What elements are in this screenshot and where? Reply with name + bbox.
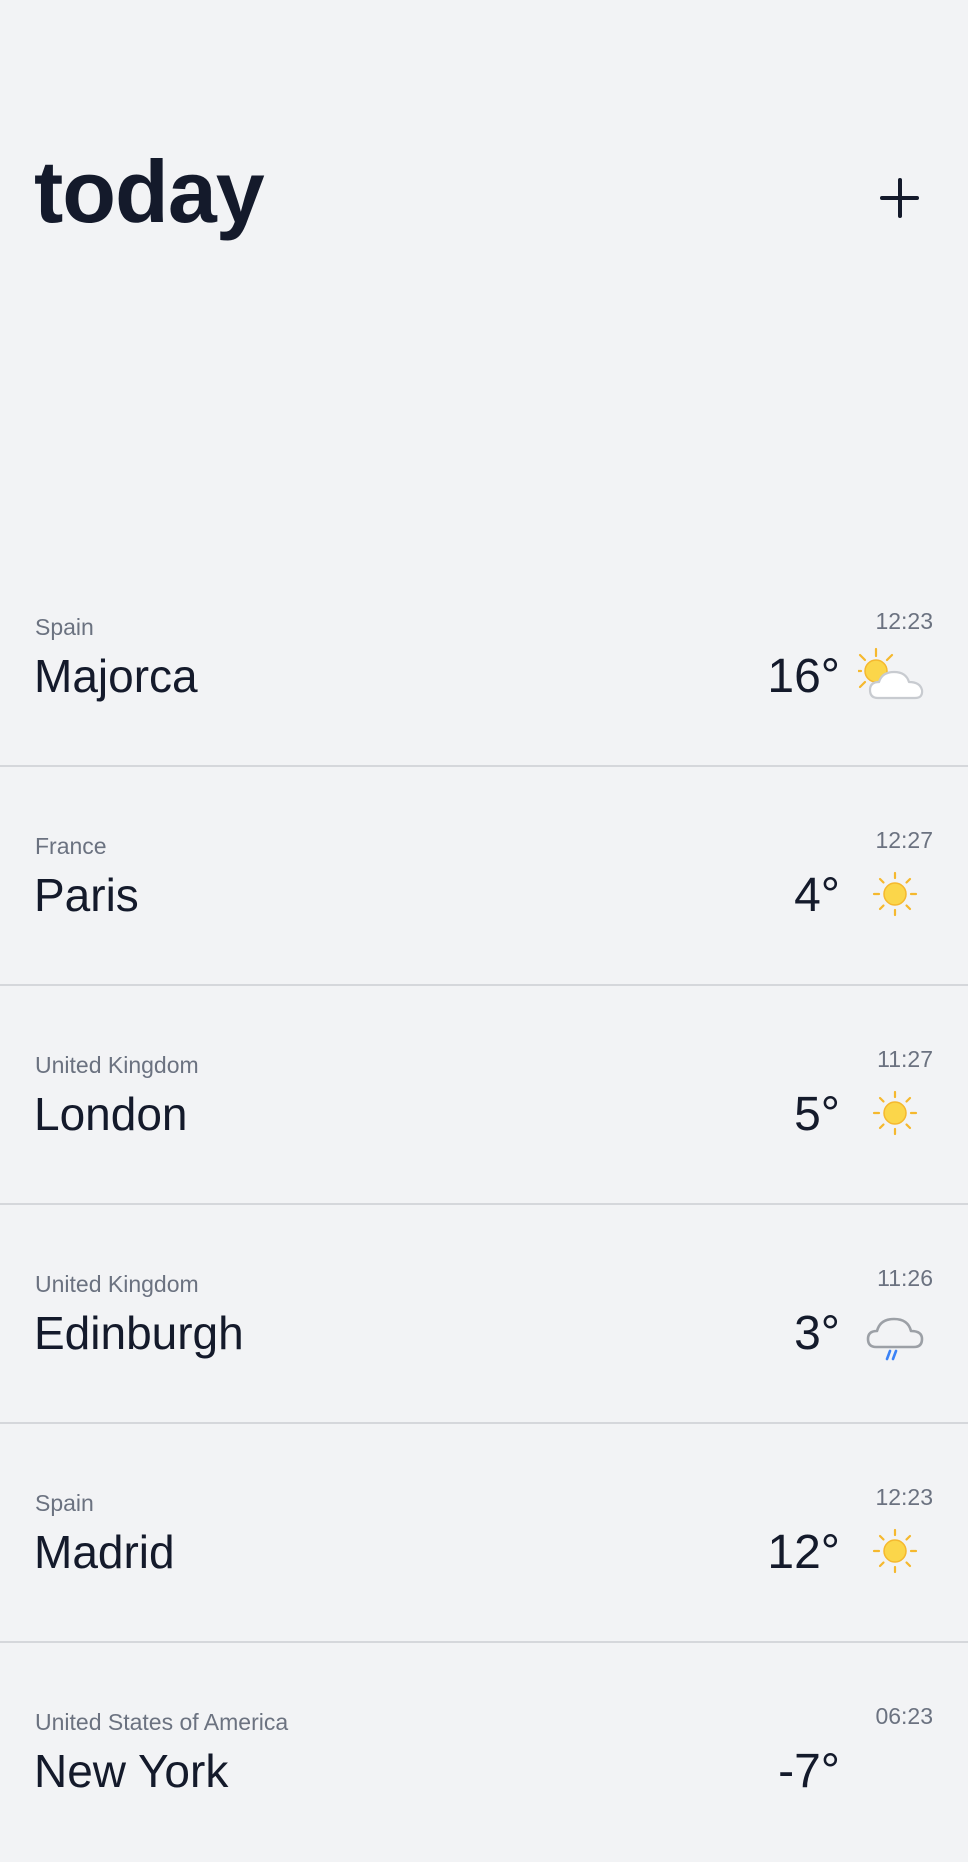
location-time: 12:23 xyxy=(875,1484,933,1510)
location-country: United States of America xyxy=(35,1709,289,1735)
location-temperature: -7° xyxy=(778,1745,840,1798)
location-temperature: 12° xyxy=(767,1526,840,1579)
location-temperature: 3° xyxy=(794,1307,840,1360)
location-city: Madrid xyxy=(34,1526,175,1578)
location-time: 11:27 xyxy=(877,1046,933,1072)
location-list: Spain Majorca 12:23 16° France Paris 12:… xyxy=(0,548,968,1862)
location-time: 06:23 xyxy=(875,1703,933,1729)
partly-cloudy-icon xyxy=(858,647,924,700)
page-title: today xyxy=(34,142,265,241)
location-city: Paris xyxy=(34,869,139,921)
location-temperature: 16° xyxy=(767,650,840,703)
location-time: 12:23 xyxy=(875,608,933,634)
location-city: Edinburgh xyxy=(34,1307,244,1359)
moon-icon xyxy=(887,1759,898,1781)
location-city: Majorca xyxy=(34,650,198,702)
location-row-new-york[interactable]: United States of America New York 06:23 … xyxy=(0,1643,968,1862)
location-row-london[interactable]: United Kingdom London 11:27 5° xyxy=(0,986,968,1205)
sun-icon xyxy=(872,871,918,917)
sun-icon xyxy=(872,1090,918,1136)
location-row-edinburgh[interactable]: United Kingdom Edinburgh 11:26 3° xyxy=(0,1205,968,1424)
app-header: today xyxy=(0,0,968,300)
location-country: Spain xyxy=(35,614,94,640)
location-temperature: 4° xyxy=(794,869,840,922)
location-time: 11:26 xyxy=(877,1265,933,1291)
location-row-paris[interactable]: France Paris 12:27 4° xyxy=(0,767,968,986)
location-country: United Kingdom xyxy=(35,1271,199,1297)
location-country: France xyxy=(35,833,107,859)
location-temperature: 5° xyxy=(794,1088,840,1141)
location-city: London xyxy=(34,1088,188,1140)
location-city: New York xyxy=(34,1745,229,1797)
location-time: 12:27 xyxy=(875,827,933,853)
rain-cloud-icon xyxy=(866,1317,924,1361)
sun-icon xyxy=(872,1528,918,1574)
add-location-button[interactable] xyxy=(872,168,932,228)
location-country: United Kingdom xyxy=(35,1052,199,1078)
location-row-majorca[interactable]: Spain Majorca 12:23 16° xyxy=(0,548,968,767)
location-country: Spain xyxy=(35,1490,94,1516)
location-row-madrid[interactable]: Spain Madrid 12:23 12° xyxy=(0,1424,968,1643)
